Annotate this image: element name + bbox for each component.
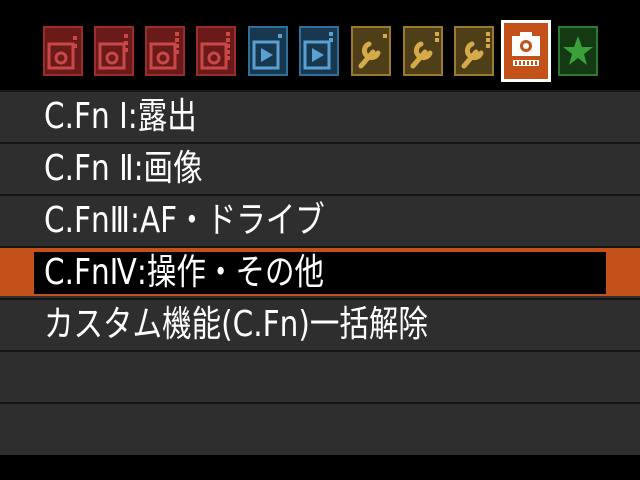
menu-item-label: カスタム機能(C.Fn)一括解除 [44, 304, 428, 345]
setup-1-wrench-icon [351, 26, 391, 76]
menu-item-empty [0, 350, 640, 400]
menu-item-label: C.FnⅣ:操作・その他 [44, 252, 325, 293]
tab-shooting-3[interactable] [144, 24, 186, 78]
my-menu-star-icon [558, 26, 598, 76]
playback-2-icon [299, 26, 339, 76]
menu-item-empty [0, 402, 640, 452]
custom-functions-camera-icon [512, 32, 540, 66]
menu-item-cfn-4-operation-others[interactable]: C.FnⅣ:操作・その他 [0, 246, 640, 296]
custom-functions-menu: C.Fn Ⅰ:露出 C.Fn Ⅱ:画像 C.FnⅢ:AF・ドライブ C.FnⅣ:… [0, 90, 640, 455]
shooting-3-camera-icon [145, 26, 185, 76]
shooting-1-camera-icon [43, 26, 83, 76]
menu-item-cfn-3-af-drive[interactable]: C.FnⅢ:AF・ドライブ [0, 194, 640, 244]
menu-item-label: C.FnⅢ:AF・ドライブ [44, 200, 325, 241]
tab-shooting-2[interactable] [93, 24, 135, 78]
tab-setup-1[interactable] [350, 24, 392, 78]
tab-shooting-1[interactable] [42, 24, 84, 78]
shooting-4-camera-icon [196, 26, 236, 76]
tab-shooting-4[interactable] [195, 24, 237, 78]
menu-item-cfn-2-image[interactable]: C.Fn Ⅱ:画像 [0, 142, 640, 192]
tab-custom-functions[interactable] [501, 20, 551, 82]
setup-3-wrench-icon [454, 26, 494, 76]
menu-item-label: C.Fn Ⅱ:画像 [44, 148, 203, 189]
tab-my-menu[interactable] [557, 24, 599, 78]
menu-item-cfn-1-exposure[interactable]: C.Fn Ⅰ:露出 [0, 90, 640, 140]
shooting-2-camera-icon [94, 26, 134, 76]
tab-playback-2[interactable] [298, 24, 340, 78]
setup-2-wrench-icon [403, 26, 443, 76]
menu-tab-bar [0, 0, 640, 90]
menu-item-clear-all-custom-functions[interactable]: カスタム機能(C.Fn)一括解除 [0, 298, 640, 348]
tab-playback-1[interactable] [247, 24, 289, 78]
tab-setup-3[interactable] [453, 24, 495, 78]
menu-item-label: C.Fn Ⅰ:露出 [44, 96, 197, 137]
playback-1-icon [248, 26, 288, 76]
bottom-bar [0, 455, 640, 480]
tab-setup-2[interactable] [402, 24, 444, 78]
